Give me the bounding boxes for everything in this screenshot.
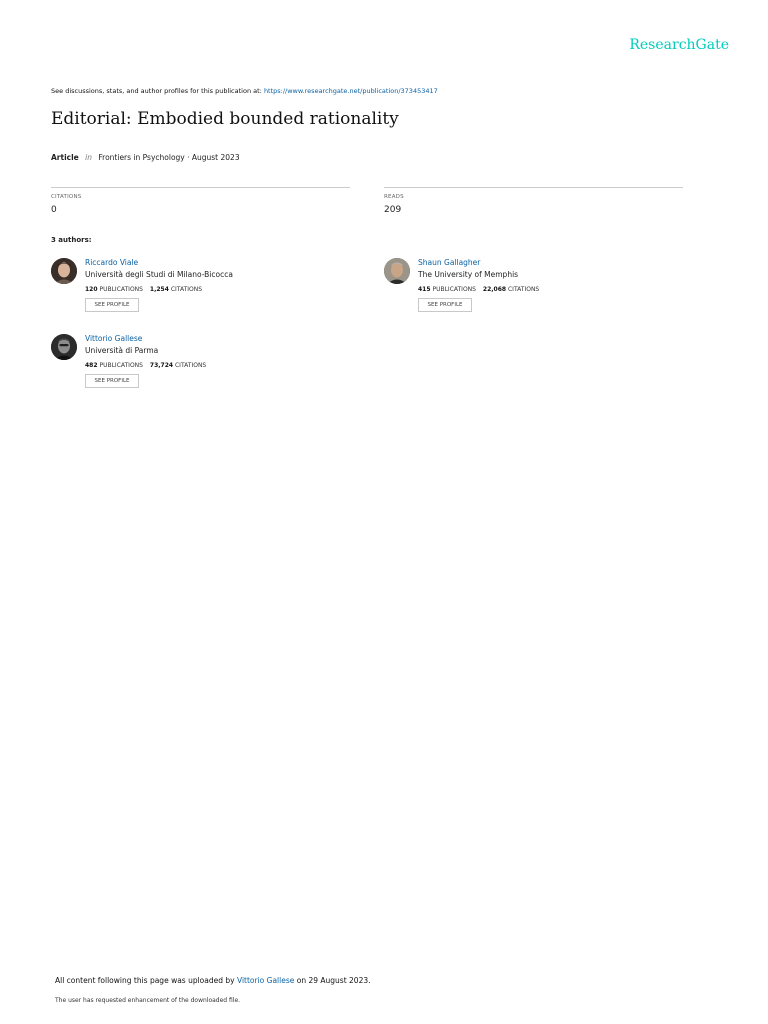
author-avatar[interactable] (51, 258, 77, 284)
article-title: Editorial: Embodied bounded rationality (51, 109, 399, 129)
enhancement-note: The user has requested enhancement of th… (55, 997, 241, 1004)
citations-count: 22,068 (482, 286, 507, 293)
article-meta: Article in Frontiers in Psychology · Aug… (51, 153, 240, 162)
author-stats: 120 PUBLICATIONS 1,254 CITATIONS (85, 286, 202, 293)
discussions-line: See discussions, stats, and author profi… (51, 87, 438, 95)
venue-date: Frontiers in Psychology · August 2023 (98, 153, 240, 162)
reads-value: 209 (384, 205, 402, 215)
author-stats: 415 PUBLICATIONS 22,068 CITATIONS (418, 286, 539, 293)
publications-count: 120 (85, 286, 98, 293)
upload-prefix: All content following this page was uplo… (55, 976, 235, 985)
article-type: Article (51, 153, 79, 162)
upload-note: All content following this page was uplo… (55, 976, 371, 985)
see-profile-button[interactable]: SEE PROFILE (418, 298, 472, 312)
citations-count: 1,254 (149, 286, 169, 293)
author-card: Shaun Gallagher The University of Memphi… (384, 258, 684, 322)
publication-link[interactable]: https://www.researchgate.net/publication… (264, 87, 438, 95)
publications-count: 415 (418, 286, 431, 293)
author-name[interactable]: Vittorio Gallese (85, 334, 142, 343)
publications-label: PUBLICATIONS (99, 362, 143, 369)
author-avatar[interactable] (51, 334, 77, 360)
author-avatar[interactable] (384, 258, 410, 284)
author-institution: Università di Parma (85, 346, 159, 355)
citations-label: CITATIONS (170, 286, 203, 293)
author-name[interactable]: Shaun Gallagher (418, 258, 480, 267)
reads-label: READS (384, 194, 404, 200)
reads-divider (384, 187, 683, 188)
author-institution: Università degli Studi di Milano-Bicocca (85, 270, 233, 279)
author-stats: 482 PUBLICATIONS 73,724 CITATIONS (85, 362, 206, 369)
publications-count: 482 (85, 362, 98, 369)
citations-label: CITATIONS (51, 194, 82, 200)
citations-count: 73,724 (149, 362, 174, 369)
upload-suffix: on 29 August 2023. (296, 976, 371, 985)
citations-value: 0 (51, 205, 57, 215)
see-profile-button[interactable]: SEE PROFILE (85, 298, 139, 312)
in-label: in (85, 153, 92, 162)
citations-label: CITATIONS (507, 286, 540, 293)
publications-label: PUBLICATIONS (432, 286, 476, 293)
author-institution: The University of Memphis (418, 270, 519, 279)
discussions-prefix: See discussions, stats, and author profi… (51, 87, 262, 95)
author-card: Vittorio Gallese Università di Parma 482… (51, 334, 351, 398)
uploader-link[interactable]: Vittorio Gallese (237, 976, 294, 985)
publications-label: PUBLICATIONS (99, 286, 143, 293)
see-profile-button[interactable]: SEE PROFILE (85, 374, 139, 388)
citations-label: CITATIONS (174, 362, 207, 369)
authors-heading: 3 authors: (51, 236, 92, 244)
author-name[interactable]: Riccardo Viale (85, 258, 138, 267)
researchgate-logo[interactable]: ResearchGate (629, 37, 729, 53)
author-card: Riccardo Viale Università degli Studi di… (51, 258, 351, 322)
citations-divider (51, 187, 350, 188)
